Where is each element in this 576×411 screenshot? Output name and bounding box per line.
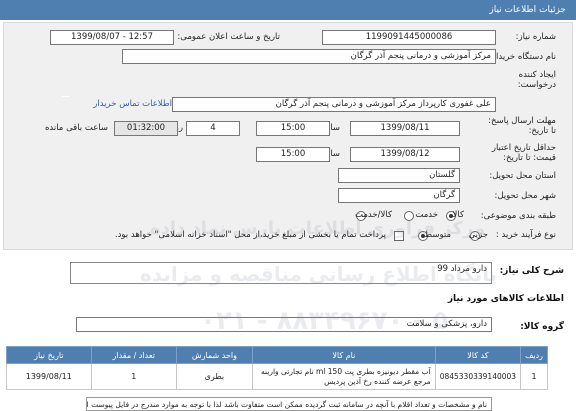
category-label: طبقه بندی موضوعی: — [480, 211, 556, 221]
creator-label-2: درخواست: — [517, 80, 556, 90]
cell-date: 1399/08/11 — [6, 363, 92, 390]
min-validity-label: حداقل تاریخ اعتبار — [491, 143, 556, 153]
summary-field: دارو مرداد 99 — [70, 262, 492, 284]
treasury-payment-checkbox[interactable] — [394, 231, 404, 241]
days-remaining-field: 4 — [186, 121, 240, 136]
time-remaining-field: 01:32:00 — [114, 121, 178, 136]
category-service-label: خدمت — [415, 210, 438, 220]
footer-note: نام و مشخصات و تعداد اقلام با آنچه در سا… — [86, 397, 492, 411]
buyer-field: مرکز آموزشی و درمانی پنجم آذر گرگان — [122, 49, 496, 64]
col-qty-header: تعداد / مقدار — [90, 346, 177, 364]
page-title: جزئیات اطلاعات نیاز — [489, 5, 566, 15]
reply-deadline-sub: تا تاریخ: — [528, 126, 556, 136]
category-both-label: کالا/خدمت — [355, 210, 392, 220]
need-number-field: 1199091445000086 — [322, 30, 496, 45]
cell-qty: 1 — [90, 363, 177, 390]
cell-code: 0845330339140003 — [434, 363, 522, 390]
need-number-label: شماره نیاز: — [515, 32, 556, 42]
announce-date-field: 1399/08/07 - 12:57 — [50, 30, 174, 45]
category-goods-label: کالا — [452, 210, 464, 220]
process-medium-label: متوسط — [424, 230, 451, 240]
buyer-contact-link[interactable]: اطلاعات تماس خریدار — [93, 99, 172, 109]
treasury-payment-note: پرداخت تمام یا بخشی از مبلغ خرید،از محل … — [114, 230, 386, 240]
col-unit-header: واحد شمارش — [175, 346, 253, 364]
city-label: شهر محل تحویل: — [494, 191, 556, 201]
items-table-header: ردیف کد کالا نام کالا واحد شمارش تعداد /… — [6, 346, 548, 364]
goods-group-field: دارو، پزشکی و سلامت — [76, 317, 492, 332]
cell-unit: بطری — [175, 363, 253, 390]
col-code-header: کد کالا — [434, 346, 522, 364]
goods-group-label: گروه کالا: — [520, 322, 564, 332]
page-title-bar: جزئیات اطلاعات نیاز — [0, 0, 576, 20]
province-label: استان محل تحویل: — [489, 171, 556, 181]
time-remaining-label: ساعت باقی مانده — [44, 123, 108, 133]
creator-field: علی غفوری کارپرداز مرکز آموزشی و درمانی … — [172, 97, 496, 112]
creator-label: ایجاد کننده — [518, 70, 556, 80]
col-date-header: تاریخ نیاز — [6, 346, 92, 364]
process-partial-label: جزیی — [468, 230, 488, 240]
announce-date-label: تاریخ و ساعت اعلان عمومی: — [177, 32, 280, 42]
buyer-label: نام دستگاه خریدار: — [489, 52, 556, 62]
col-row-header: ردیف — [520, 346, 548, 364]
validity-date-field: 1399/08/12 — [350, 147, 460, 162]
goods-info-heading: اطلاعات کالاهای مورد نیاز — [447, 294, 564, 304]
cell-row: 1 — [520, 363, 548, 390]
city-field: گرگان — [338, 188, 460, 203]
table-row: 1 0845330339140003 آب مقطر دیونیزه بطری … — [6, 363, 548, 390]
province-field: گلستان — [338, 168, 460, 183]
validity-time-field: 15:00 — [256, 147, 330, 162]
min-validity-sub: قیمت: تا تاریخ: — [503, 153, 556, 163]
process-label: نوع فرآیند خرید : — [495, 230, 556, 240]
reply-deadline-label: مهلت ارسال پاسخ: — [488, 116, 556, 126]
reply-time-field: 15:00 — [256, 121, 330, 136]
cell-name: آب مقطر دیونیزه بطری پت 150 ml نام تجارت… — [251, 363, 436, 390]
col-name-header: نام کالا — [251, 346, 436, 364]
category-service-radio[interactable] — [404, 211, 414, 221]
summary-label: شرح کلی نیاز: — [499, 266, 564, 276]
items-table: ردیف کد کالا نام کالا واحد شمارش تعداد /… — [6, 346, 548, 390]
reply-date-field: 1399/08/11 — [350, 121, 460, 136]
